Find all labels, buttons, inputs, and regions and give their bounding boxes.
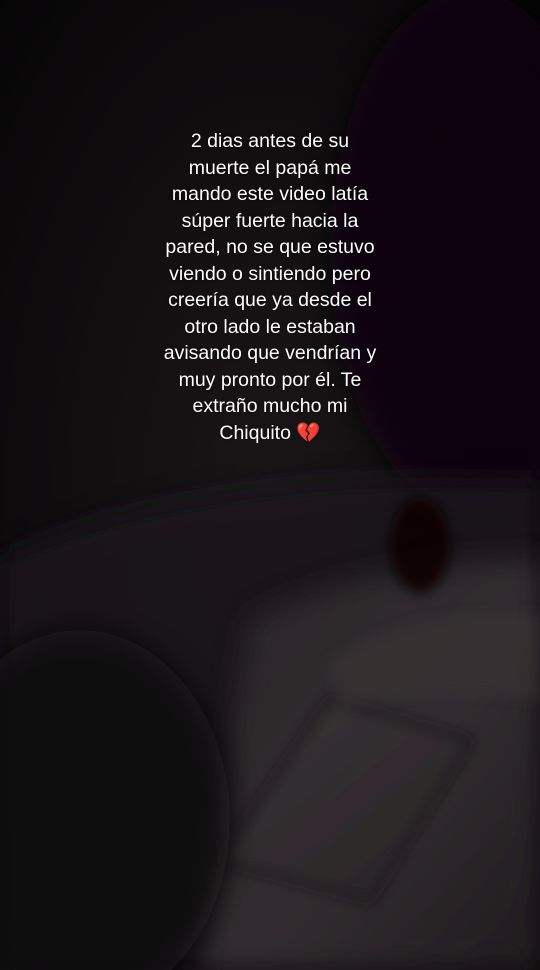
story-caption: 2 dias antes de su muerte el papá me man… (163, 130, 377, 444)
story-frame[interactable]: 2 dias antes de su muerte el papá me man… (0, 0, 540, 970)
dark-object (390, 497, 450, 593)
